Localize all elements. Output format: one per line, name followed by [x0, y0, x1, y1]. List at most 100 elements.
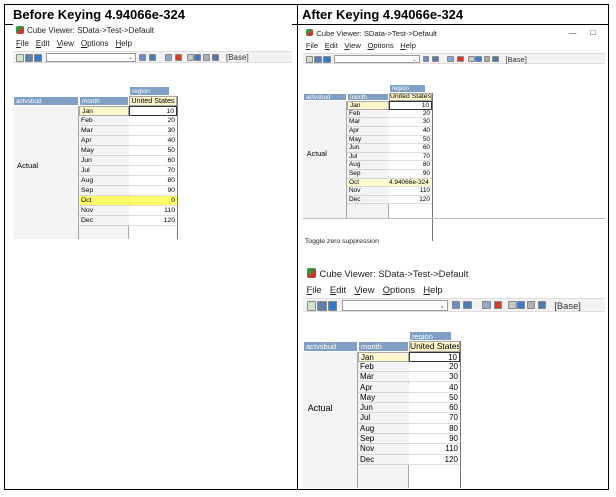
- chart-icon[interactable]: [212, 54, 219, 61]
- help-menu[interactable]: Help: [423, 284, 442, 296]
- month-row-mar[interactable]: Mar: [347, 118, 389, 127]
- month-row-dec[interactable]: Dec: [79, 216, 129, 226]
- column-united-states[interactable]: United States: [129, 96, 177, 106]
- export-icon[interactable]: [463, 301, 472, 310]
- suppress-toggle-icon[interactable]: [175, 54, 182, 61]
- edit-menu[interactable]: Edit: [330, 284, 346, 296]
- value-cell-aug[interactable]: 80: [129, 176, 177, 186]
- minimize-button[interactable]: —: [569, 28, 577, 37]
- month-row-nov[interactable]: Nov: [358, 444, 409, 455]
- help-menu[interactable]: Help: [116, 39, 132, 49]
- value-cell-apr[interactable]: 40: [409, 382, 460, 393]
- suppress-toggle-icon[interactable]: [494, 301, 503, 310]
- month-row-mar[interactable]: Mar: [79, 126, 129, 136]
- slice-icon[interactable]: [139, 54, 146, 61]
- month-row-jan[interactable]: Jan: [79, 106, 129, 116]
- value-cell-sep[interactable]: 90: [409, 434, 460, 445]
- month-row-dec[interactable]: Dec: [347, 195, 389, 205]
- options-menu[interactable]: Options: [367, 41, 393, 51]
- month-row-jun[interactable]: Jun: [79, 156, 129, 166]
- file-menu[interactable]: File: [307, 284, 322, 296]
- month-row-aug[interactable]: Aug: [79, 176, 129, 186]
- month-row-mar[interactable]: Mar: [358, 372, 409, 383]
- undo-icon[interactable]: [474, 55, 482, 63]
- value-cell-sep[interactable]: 90: [389, 170, 432, 179]
- value-cell-dec[interactable]: 120: [129, 216, 177, 226]
- month-row-feb[interactable]: Feb: [358, 361, 409, 373]
- month-row-nov[interactable]: Nov: [79, 206, 129, 216]
- redo-icon[interactable]: [483, 55, 491, 63]
- value-cell-dec[interactable]: 120: [389, 195, 432, 205]
- undo-icon[interactable]: [516, 301, 525, 310]
- value-cell-nov[interactable]: 110: [129, 206, 177, 216]
- month-row-may[interactable]: May: [79, 146, 129, 156]
- month-row-apr[interactable]: Apr: [358, 382, 409, 393]
- view-menu[interactable]: View: [344, 41, 360, 51]
- month-row-sep[interactable]: Sep: [347, 170, 389, 179]
- value-cell-apr[interactable]: 40: [389, 127, 432, 136]
- view-dropdown[interactable]: ⌄: [341, 300, 449, 311]
- file-menu[interactable]: File: [306, 41, 318, 51]
- options-menu[interactable]: Options: [383, 284, 415, 296]
- value-cell-jul[interactable]: 70: [409, 413, 460, 424]
- month-row-apr[interactable]: Apr: [347, 127, 389, 136]
- month-row-jul[interactable]: Jul: [347, 152, 389, 162]
- value-cell-jul[interactable]: 70: [389, 152, 432, 162]
- edit-menu[interactable]: Edit: [36, 39, 50, 49]
- month-row-feb[interactable]: Feb: [79, 116, 129, 126]
- actual-row-label[interactable]: Actual: [307, 149, 327, 158]
- file-menu[interactable]: File: [16, 39, 29, 49]
- column-united-states[interactable]: United States: [389, 92, 432, 102]
- grid-icon[interactable]: [306, 301, 316, 311]
- info-icon[interactable]: [187, 54, 194, 61]
- value-cell-jun[interactable]: 60: [389, 144, 432, 153]
- view-menu[interactable]: View: [57, 39, 74, 49]
- value-cell-apr[interactable]: 40: [129, 136, 177, 146]
- value-cell-dec[interactable]: 120: [409, 454, 460, 465]
- month-row-jun[interactable]: Jun: [347, 144, 389, 153]
- value-cell-feb[interactable]: 20: [389, 109, 432, 119]
- value-cell-sep[interactable]: 90: [129, 186, 177, 196]
- zero-suppress-icon[interactable]: [482, 301, 491, 310]
- save-icon[interactable]: [25, 54, 33, 62]
- month-row-jun[interactable]: Jun: [358, 403, 409, 414]
- value-cell-aug[interactable]: 80: [389, 161, 432, 170]
- value-cell-jul[interactable]: 70: [129, 166, 177, 176]
- value-cell-oct[interactable]: 0: [129, 196, 177, 206]
- month-row-feb[interactable]: Feb: [347, 109, 389, 119]
- value-cell-jan[interactable]: 10: [129, 106, 177, 116]
- month-row-may[interactable]: May: [347, 135, 389, 145]
- view-dropdown[interactable]: ⌄: [334, 54, 420, 64]
- save-icon[interactable]: [314, 55, 322, 64]
- value-cell-may[interactable]: 50: [129, 146, 177, 156]
- slice-icon[interactable]: [451, 301, 460, 310]
- month-row-sep[interactable]: Sep: [358, 434, 409, 445]
- export-icon[interactable]: [432, 55, 439, 63]
- month-row-nov[interactable]: Nov: [347, 187, 389, 196]
- month-row-jan[interactable]: Jan: [347, 101, 389, 110]
- value-cell-feb[interactable]: 20: [409, 361, 460, 373]
- edit-menu[interactable]: Edit: [325, 41, 338, 51]
- month-row-jan[interactable]: Jan: [358, 351, 409, 362]
- actual-row-label[interactable]: Actual: [308, 403, 333, 413]
- recalc-icon[interactable]: [34, 54, 42, 62]
- value-cell-may[interactable]: 50: [389, 135, 432, 145]
- grid-icon[interactable]: [305, 55, 314, 64]
- value-cell-oct[interactable]: 4.94066e-324: [389, 178, 432, 188]
- value-cell-mar[interactable]: 30: [409, 372, 460, 383]
- help-menu[interactable]: Help: [400, 41, 416, 51]
- export-icon[interactable]: [149, 54, 156, 61]
- redo-icon[interactable]: [527, 301, 536, 310]
- view-dropdown[interactable]: ⌄: [46, 53, 136, 62]
- month-row-oct[interactable]: Oct: [347, 178, 389, 188]
- undo-icon[interactable]: [194, 54, 201, 61]
- actual-row-label[interactable]: Actual: [17, 161, 38, 170]
- recalc-icon[interactable]: [322, 55, 331, 64]
- month-row-jul[interactable]: Jul: [79, 166, 129, 176]
- slice-icon[interactable]: [422, 55, 430, 63]
- grid-icon[interactable]: [16, 54, 24, 62]
- value-cell-mar[interactable]: 30: [129, 126, 177, 136]
- value-cell-jun[interactable]: 60: [129, 156, 177, 166]
- options-menu[interactable]: Options: [81, 39, 109, 49]
- chart-icon[interactable]: [537, 301, 547, 310]
